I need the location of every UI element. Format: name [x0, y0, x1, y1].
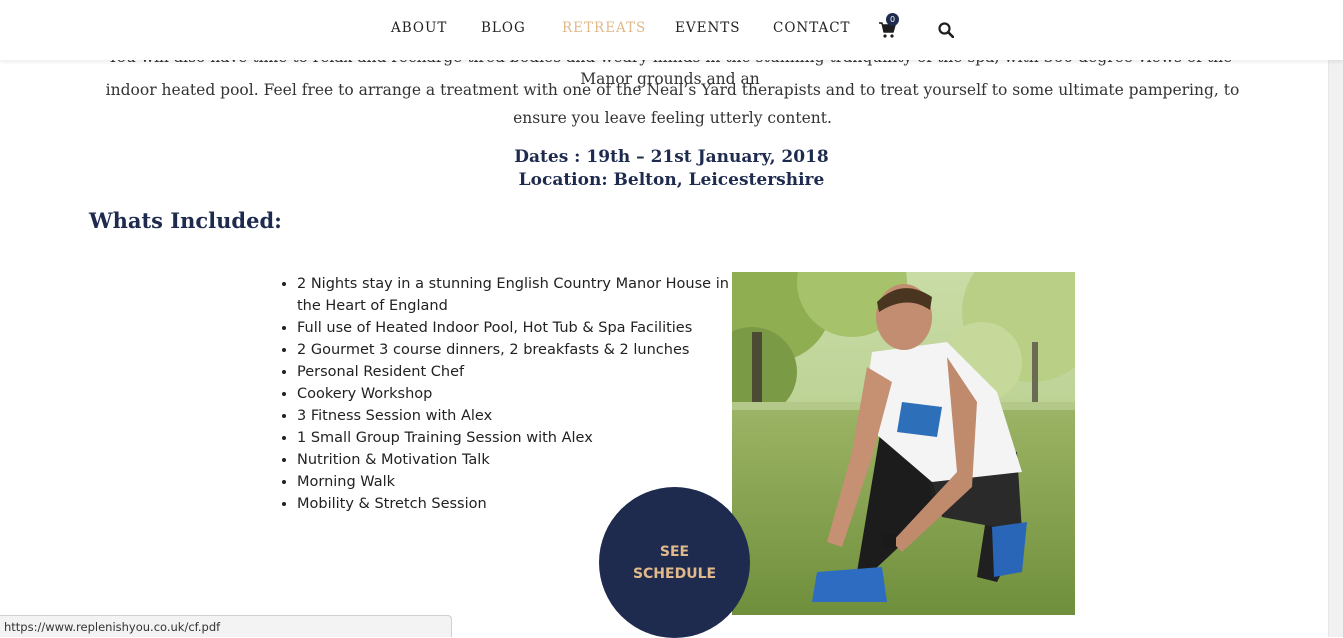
- list-item: Full use of Heated Indoor Pool, Hot Tub …: [297, 317, 737, 339]
- status-bar-url: https://www.replenishyou.co.uk/cf.pdf: [0, 615, 452, 637]
- list-item: 1 Small Group Training Session with Alex: [297, 427, 737, 449]
- nav-item-blog[interactable]: BLOG: [481, 20, 526, 36]
- list-item: Nutrition & Motivation Talk: [297, 449, 737, 471]
- event-dates: Dates : 19th – 21st January, 2018: [514, 147, 829, 167]
- top-navigation: ABOUT BLOG RETREATS EVENTS CONTACT 0: [0, 0, 1343, 60]
- nav-item-retreats[interactable]: RETREATS: [562, 20, 646, 36]
- cta-line-1: SEE: [659, 543, 690, 560]
- trainer-photo: [732, 272, 1075, 615]
- list-item: 3 Fitness Session with Alex: [297, 405, 737, 427]
- list-item: 2 Nights stay in a stunning English Coun…: [297, 273, 737, 317]
- magnifier-search-icon[interactable]: [938, 22, 954, 38]
- cart-count-badge: 0: [886, 13, 899, 26]
- list-item: Cookery Workshop: [297, 383, 737, 405]
- cta-line-2: SCHEDULE: [632, 565, 717, 582]
- list-item: Personal Resident Chef: [297, 361, 737, 383]
- included-list: 2 Nights stay in a stunning English Coun…: [280, 273, 737, 515]
- whats-included-heading: Whats Included:: [89, 208, 282, 233]
- nav-item-events[interactable]: EVENTS: [675, 20, 741, 36]
- event-location: Location: Belton, Leicestershire: [518, 170, 825, 190]
- nav-item-about[interactable]: ABOUT: [391, 20, 447, 36]
- see-schedule-button[interactable]: SEE SCHEDULE: [599, 487, 750, 638]
- page-scrollbar[interactable]: [1328, 0, 1343, 637]
- intro-paragraph: indoor heated pool. Feel free to arrange…: [105, 81, 1240, 127]
- nav-item-contact[interactable]: CONTACT: [773, 20, 851, 36]
- list-item: 2 Gourmet 3 course dinners, 2 breakfasts…: [297, 339, 737, 361]
